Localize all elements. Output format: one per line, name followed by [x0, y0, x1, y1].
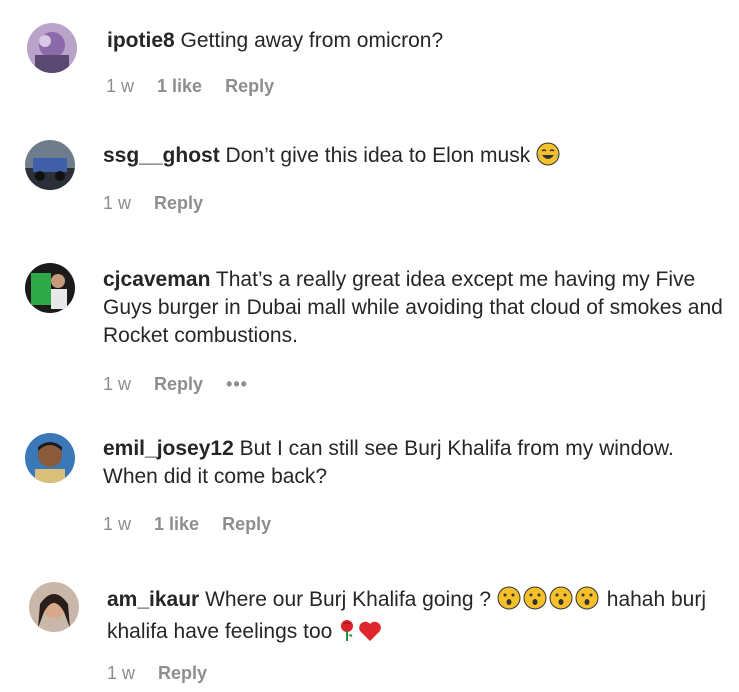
comment-text: cjcaveman That’s a really great idea exc…	[103, 266, 723, 350]
more-options-icon[interactable]: •••	[226, 373, 248, 395]
comment-text: am_ikaur Where our Burj Khalifa going ? …	[107, 586, 707, 650]
comment-username[interactable]: am_ikaur	[107, 588, 199, 611]
comment-body: Getting away from omicron?	[180, 29, 444, 52]
comment-body-part1: Where our Burj Khalifa going ?	[205, 588, 492, 611]
comment-text: emil_josey12 But I can still see Burj Kh…	[103, 435, 713, 491]
reply-button[interactable]: Reply	[154, 373, 203, 395]
avatar[interactable]	[27, 23, 77, 73]
avatar[interactable]	[29, 582, 79, 632]
avatar[interactable]	[25, 263, 75, 313]
comment-meta: 1 w 1 like Reply	[106, 75, 292, 97]
comment-meta: 1 w Reply	[103, 192, 221, 214]
comment-likes[interactable]: 1 like	[154, 513, 199, 535]
face-with-tears-of-joy-icon	[536, 142, 560, 174]
comment-meta: 1 w Reply	[107, 662, 225, 684]
avatar[interactable]	[25, 433, 75, 483]
comment-time: 1 w	[103, 374, 132, 394]
comment-username[interactable]: cjcaveman	[103, 268, 210, 291]
reply-button[interactable]: Reply	[225, 75, 274, 97]
rose-icon	[338, 618, 356, 650]
reply-button[interactable]: Reply	[158, 662, 207, 684]
hushed-face-icon	[575, 586, 599, 618]
reply-button[interactable]: Reply	[154, 192, 203, 214]
hushed-face-icon	[549, 586, 573, 618]
comment-body: Don’t give this idea to Elon musk	[225, 144, 531, 167]
comment-username[interactable]: ipotie8	[107, 29, 175, 52]
avatar[interactable]	[25, 140, 75, 190]
comment-time: 1 w	[103, 193, 132, 213]
hushed-face-icon	[497, 586, 521, 618]
comment-username[interactable]: emil_josey12	[103, 437, 234, 460]
red-heart-icon	[358, 620, 382, 650]
comment-time: 1 w	[106, 76, 135, 96]
comment-text: ipotie8 Getting away from omicron?	[107, 27, 727, 55]
comment-time: 1 w	[103, 514, 132, 534]
comment-likes[interactable]: 1 like	[157, 75, 202, 97]
reply-button[interactable]: Reply	[222, 513, 271, 535]
comment-username[interactable]: ssg__ghost	[103, 144, 220, 167]
comment-text: ssg__ghost Don’t give this idea to Elon …	[103, 142, 723, 174]
comment-meta: 1 w Reply •••	[103, 373, 266, 395]
comment-time: 1 w	[107, 663, 136, 683]
comment-meta: 1 w 1 like Reply	[103, 513, 289, 535]
hushed-face-icon	[523, 586, 547, 618]
